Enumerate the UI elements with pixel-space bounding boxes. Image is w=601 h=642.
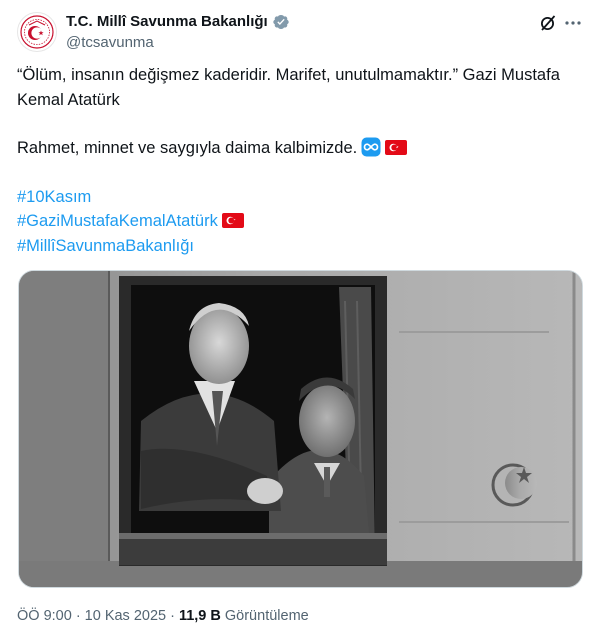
meta-separator: ·	[170, 608, 175, 624]
tweet-message-text: Rahmet, minnet ve saygıyla daima kalbimi…	[17, 139, 358, 157]
hashtag-gazimustafakemalataturk[interactable]: #GaziMustafaKemalAtatürk	[17, 212, 218, 230]
infinity-emoji-icon	[361, 137, 381, 157]
tweet-post: T.C. Millî Savunma Bakanlığı @tcsavunma …	[0, 0, 601, 642]
more-options-button[interactable]	[562, 12, 584, 34]
tweet-meta: ÖÖ 9:00 · 10 Kas 2025 · 11,9 B Görüntüleme	[17, 606, 309, 626]
tweet-text: “Ölüm, insanın değişmez kaderidir. Marif…	[17, 63, 582, 258]
more-icon	[565, 21, 581, 25]
turkey-flag-icon	[221, 211, 244, 228]
verified-badge-icon	[272, 13, 290, 31]
tweet-message-line: Rahmet, minnet ve saygıyla daima kalbimi…	[17, 136, 582, 161]
views-label: Görüntüleme	[224, 608, 309, 624]
tweet-photo[interactable]	[18, 270, 583, 588]
turkish-armed-forces-emblem-icon	[20, 15, 54, 49]
hashtag-line-1: #10Kasım	[17, 185, 582, 210]
hashtag-10kasim[interactable]: #10Kasım	[17, 188, 91, 206]
hashtag-line-2: #GaziMustafaKemalAtatürk	[17, 209, 582, 234]
avatar[interactable]	[17, 12, 57, 52]
tweet-quote-line: “Ölüm, insanın değişmez kaderidir. Marif…	[17, 66, 560, 109]
grok-icon	[541, 15, 556, 31]
meta-separator: ·	[75, 608, 81, 624]
author-name-row[interactable]: T.C. Millî Savunma Bakanlığı	[66, 12, 290, 32]
hashtag-millisavunmabakanligi[interactable]: #MillîSavunmaBakanlığı	[17, 237, 194, 255]
tweet-time: ÖÖ 9:00	[17, 608, 72, 624]
turkey-flag-icon	[385, 138, 408, 155]
tweet-time-link[interactable]: ÖÖ 9:00 · 10 Kas 2025	[17, 608, 166, 624]
tweet-date: 10 Kas 2025	[84, 608, 167, 624]
hashtag-line-3: #MillîSavunmaBakanlığı	[17, 234, 582, 259]
grok-button[interactable]	[537, 12, 559, 34]
author-display-name[interactable]: T.C. Millî Savunma Bakanlığı	[66, 12, 268, 32]
train-window-photo	[19, 271, 582, 587]
views-count: 11,9 B	[178, 608, 221, 624]
author-handle[interactable]: @tcsavunma	[66, 33, 154, 53]
